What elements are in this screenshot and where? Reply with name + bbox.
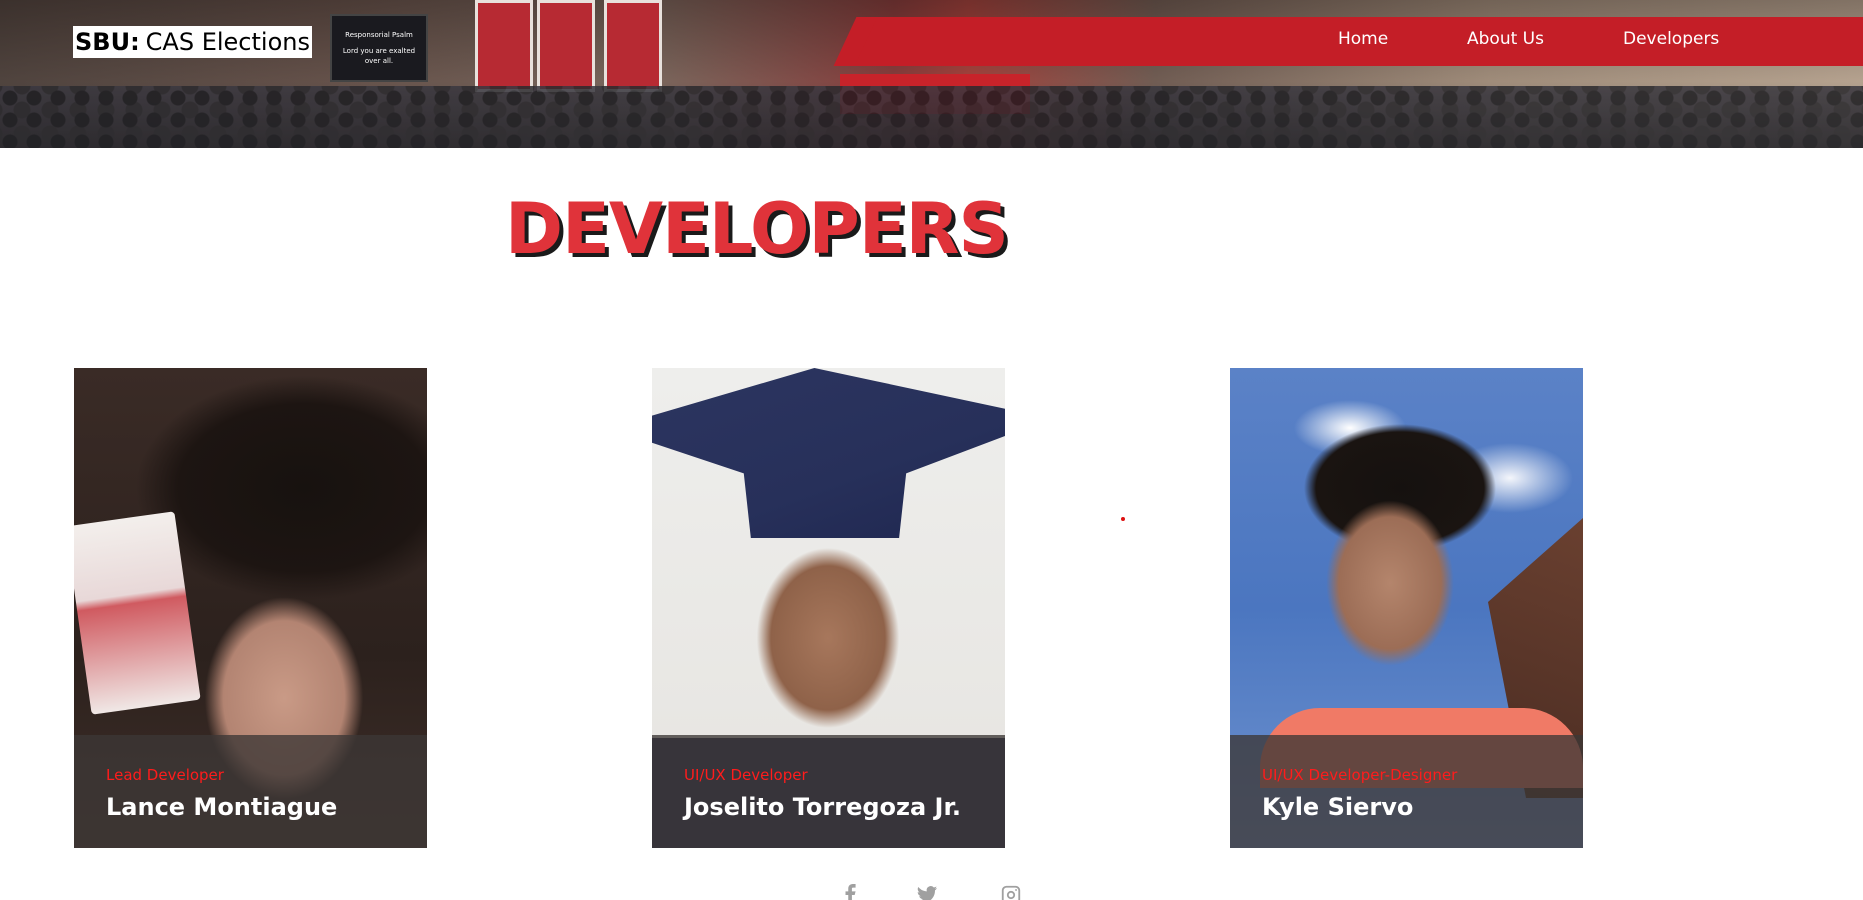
hero-crowd (0, 86, 1863, 148)
nav-link-developers[interactable]: Developers (1623, 29, 1719, 49)
developer-role: UI/UX Developer (684, 766, 808, 784)
brand-logo-link[interactable]: SBU: CAS Elections (73, 26, 312, 58)
developer-name: Lance Montiague (106, 793, 338, 821)
hero-stage-screen: Responsorial Psalm Lord you are exalted … (330, 14, 428, 82)
nav-link-about-us[interactable]: About Us (1467, 29, 1544, 49)
developer-card: UI/UX Developer Joselito Torregoza Jr. (652, 368, 1005, 848)
id-card-image (74, 511, 201, 715)
developer-caption-overlay (74, 735, 427, 848)
developer-card: Lead Developer Lance Montiague (74, 368, 427, 848)
hero-backdrop-banner (475, 0, 533, 92)
brand-prefix: SBU: (75, 28, 140, 56)
page-title: DEVELOPERS (505, 188, 1009, 270)
developer-name: Kyle Siervo (1262, 793, 1414, 821)
developer-card: UI/UX Developer-Designer Kyle Siervo (1230, 368, 1583, 848)
developer-name: Joselito Torregoza Jr. (684, 793, 962, 821)
facebook-icon[interactable] (838, 884, 864, 900)
twitter-icon[interactable] (914, 884, 940, 900)
developer-role: UI/UX Developer-Designer (1262, 766, 1458, 784)
hero-backdrop-banner (537, 0, 595, 92)
graduation-cap-image (652, 368, 1005, 538)
nav-link-home[interactable]: Home (1338, 29, 1388, 49)
cursor-dot (1121, 517, 1125, 521)
hero-backdrop-banner (604, 0, 662, 92)
developer-role: Lead Developer (106, 766, 224, 784)
developer-caption-overlay (1230, 735, 1583, 848)
brand-name: CAS Elections (145, 28, 310, 56)
hero-screen-text: Lord you are exalted over all. (342, 47, 416, 65)
developer-caption-overlay (652, 735, 1005, 848)
hero-screen-title: Responsorial Psalm (345, 31, 413, 39)
instagram-icon[interactable] (998, 884, 1024, 900)
